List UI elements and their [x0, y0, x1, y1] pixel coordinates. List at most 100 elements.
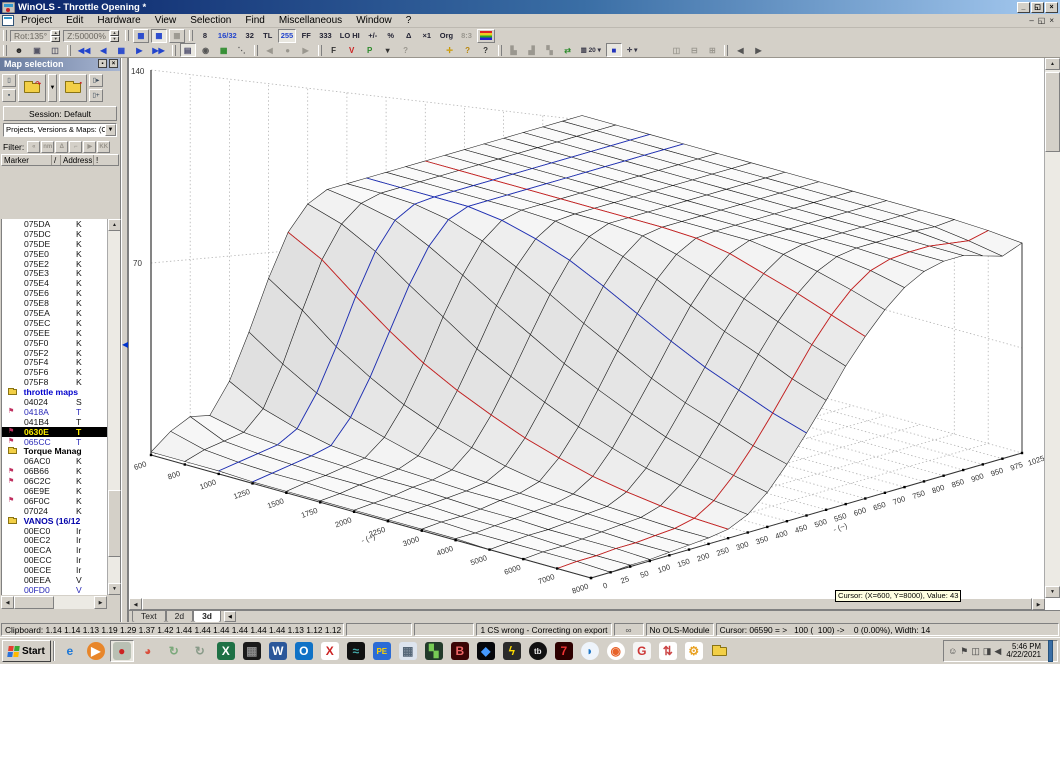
- import-file-button[interactable]: ▪: [59, 74, 87, 102]
- frame-p-button[interactable]: P: [361, 43, 378, 57]
- map-row[interactable]: 075DE K: [2, 239, 107, 249]
- map-row[interactable]: ⚑ 0418A T: [2, 407, 107, 417]
- map-row[interactable]: 00ECA Ir: [2, 545, 107, 555]
- taskbar-icon-word[interactable]: W: [266, 640, 290, 662]
- scroll-down-icon[interactable]: ▼: [1045, 586, 1060, 598]
- tray-icon-volume[interactable]: ◀: [994, 646, 1001, 657]
- display-signed-button[interactable]: +/-: [364, 28, 381, 43]
- title-bar[interactable]: WinOLS - Throttle Opening * _ ◱ ×: [0, 0, 1060, 14]
- map-row[interactable]: 075DA K: [2, 219, 107, 229]
- map-row[interactable]: 00ECC Ir: [2, 555, 107, 565]
- stats-2-button[interactable]: ▟: [523, 43, 540, 57]
- open-project-dropdown[interactable]: ▼: [48, 74, 57, 102]
- column-slash[interactable]: /: [52, 155, 61, 165]
- taskbar-icon-wave-app[interactable]: ≈: [344, 640, 368, 662]
- map-row[interactable]: 04024 S: [2, 397, 107, 407]
- width-tl-button[interactable]: TL: [259, 28, 276, 43]
- child-restore-button[interactable]: ◱: [1038, 16, 1046, 25]
- map-list-hscrollbar[interactable]: ◀ ▶: [1, 596, 107, 609]
- whats-this-button[interactable]: ?: [477, 43, 494, 57]
- start-button[interactable]: Start: [2, 640, 51, 662]
- next-marker-button[interactable]: ▶: [297, 43, 314, 57]
- folder-row[interactable]: Torque Manag: [2, 446, 107, 456]
- map-row[interactable]: 075E2 K: [2, 259, 107, 269]
- map-grid-button[interactable]: ▦: [113, 43, 130, 57]
- map-row[interactable]: ⚑ 0630E T: [2, 427, 107, 437]
- display-333-button[interactable]: 333: [316, 28, 335, 43]
- width-32-button[interactable]: 32: [241, 28, 258, 43]
- filter-arrow-button[interactable]: ▶: [83, 140, 97, 153]
- toolbar-grip[interactable]: [3, 44, 7, 56]
- menu-item-find[interactable]: Find: [238, 14, 271, 27]
- folder-row[interactable]: VANOS (16/12: [2, 516, 107, 526]
- map-row[interactable]: 07024 K: [2, 506, 107, 516]
- map-row[interactable]: 075DC K: [2, 229, 107, 239]
- menu-item-selection[interactable]: Selection: [183, 14, 238, 27]
- scroll-up-icon[interactable]: ▲: [1045, 58, 1060, 70]
- menu-item-view[interactable]: View: [148, 14, 184, 27]
- scroll-right-icon[interactable]: ▶: [1032, 598, 1045, 610]
- search-map-button[interactable]: ◉: [197, 43, 214, 57]
- rotation-stepper[interactable]: ▲ ▼: [51, 29, 61, 42]
- map-row[interactable]: 075F0 K: [2, 338, 107, 348]
- grid-size-dropdown[interactable]: ▥ 20 ▾: [577, 43, 604, 57]
- stats-1-button[interactable]: ▙: [505, 43, 522, 57]
- map-row[interactable]: 075EC K: [2, 318, 107, 328]
- taskbar-icon-chip[interactable]: ▦: [240, 640, 264, 662]
- session-button[interactable]: Session: Default: [3, 106, 117, 121]
- panel-splitter[interactable]: ◀: [121, 58, 128, 622]
- tray-icon-user[interactable]: ☺: [948, 646, 957, 657]
- column-marker[interactable]: Marker: [2, 155, 52, 165]
- tree-mode-combo[interactable]: Projects, Versions & Maps: (Ctrl ▼: [3, 123, 117, 137]
- window-clone-button[interactable]: ◫: [47, 43, 63, 57]
- throttle-surface-3d[interactable]: 600 800 1000 1250 1500 1750 2000 2250 3000 4000 50…: [129, 58, 1045, 598]
- map-row[interactable]: 075E6 K: [2, 288, 107, 298]
- user-icon-button[interactable]: ☻: [11, 43, 27, 57]
- taskbar-icon-pe[interactable]: PE: [370, 640, 394, 662]
- frame-dropdown[interactable]: ▾: [379, 43, 396, 57]
- context-help-button[interactable]: ?: [397, 43, 414, 57]
- prev-marker-button[interactable]: ◀: [261, 43, 278, 57]
- menu-item-hardware[interactable]: Hardware: [90, 14, 147, 27]
- toolbar-grip[interactable]: [3, 30, 7, 41]
- pane-right-button[interactable]: ▶: [750, 43, 767, 57]
- minimize-button[interactable]: _: [1017, 1, 1030, 13]
- taskbar-icon-seven-app[interactable]: 7: [552, 640, 576, 662]
- menu-item-edit[interactable]: Edit: [59, 14, 90, 27]
- close-button[interactable]: ×: [1045, 1, 1058, 13]
- nav-next-button[interactable]: ▶: [131, 43, 148, 57]
- factor-x1-button[interactable]: ×1: [418, 28, 435, 43]
- menu-item-window[interactable]: Window: [349, 14, 399, 27]
- menu-item-miscellaneous[interactable]: Miscellaneous: [272, 14, 349, 27]
- split-h-button[interactable]: ◫: [668, 43, 685, 57]
- tray-icon-display[interactable]: ◫: [971, 646, 980, 657]
- scroll-down-icon[interactable]: ▼: [108, 583, 121, 595]
- surface-plot[interactable]: 6008001000125015001750200022503000400050…: [129, 58, 1045, 598]
- map-row[interactable]: ⚑ 06C2C K: [2, 476, 107, 486]
- marker-button[interactable]: ●: [279, 43, 296, 57]
- menu-item-?[interactable]: ?: [399, 14, 419, 27]
- map-row[interactable]: ⚑ 06F0C K: [2, 496, 107, 506]
- taskbar-icon-map-app[interactable]: ▚: [422, 640, 446, 662]
- taskbar-icon-media-player[interactable]: ▶: [84, 640, 108, 662]
- taskbar-icon-g-app[interactable]: G: [630, 640, 654, 662]
- map-row[interactable]: 041B4 T: [2, 417, 107, 427]
- scroll-thumb[interactable]: [108, 489, 121, 558]
- tab-scroll-left-icon[interactable]: ◀: [223, 611, 236, 622]
- display-ff-button[interactable]: FF: [298, 28, 315, 43]
- taskbar-icon-thunderbird[interactable]: ◗: [578, 640, 602, 662]
- frame-f-button[interactable]: F: [325, 43, 342, 57]
- map-row[interactable]: 075F6 K: [2, 367, 107, 377]
- menu-item-project[interactable]: Project: [14, 14, 59, 27]
- taskbar-icon-cube-app[interactable]: ◆: [474, 640, 498, 662]
- child-close-button[interactable]: ×: [1049, 16, 1054, 25]
- taskbar-icon-wrench[interactable]: ⚙: [682, 640, 706, 662]
- color-mode-button[interactable]: ■: [605, 43, 622, 57]
- map-row[interactable]: 00EC2 Ir: [2, 535, 107, 545]
- split-v-button[interactable]: ⊟: [686, 43, 703, 57]
- stats-3-button[interactable]: ▚: [541, 43, 558, 57]
- taskbar-icon-sync-2[interactable]: ↻: [188, 640, 212, 662]
- split-4-button[interactable]: ⊞: [704, 43, 721, 57]
- map-row[interactable]: 00EEA V: [2, 575, 107, 585]
- pane-left-button[interactable]: ◀: [732, 43, 749, 57]
